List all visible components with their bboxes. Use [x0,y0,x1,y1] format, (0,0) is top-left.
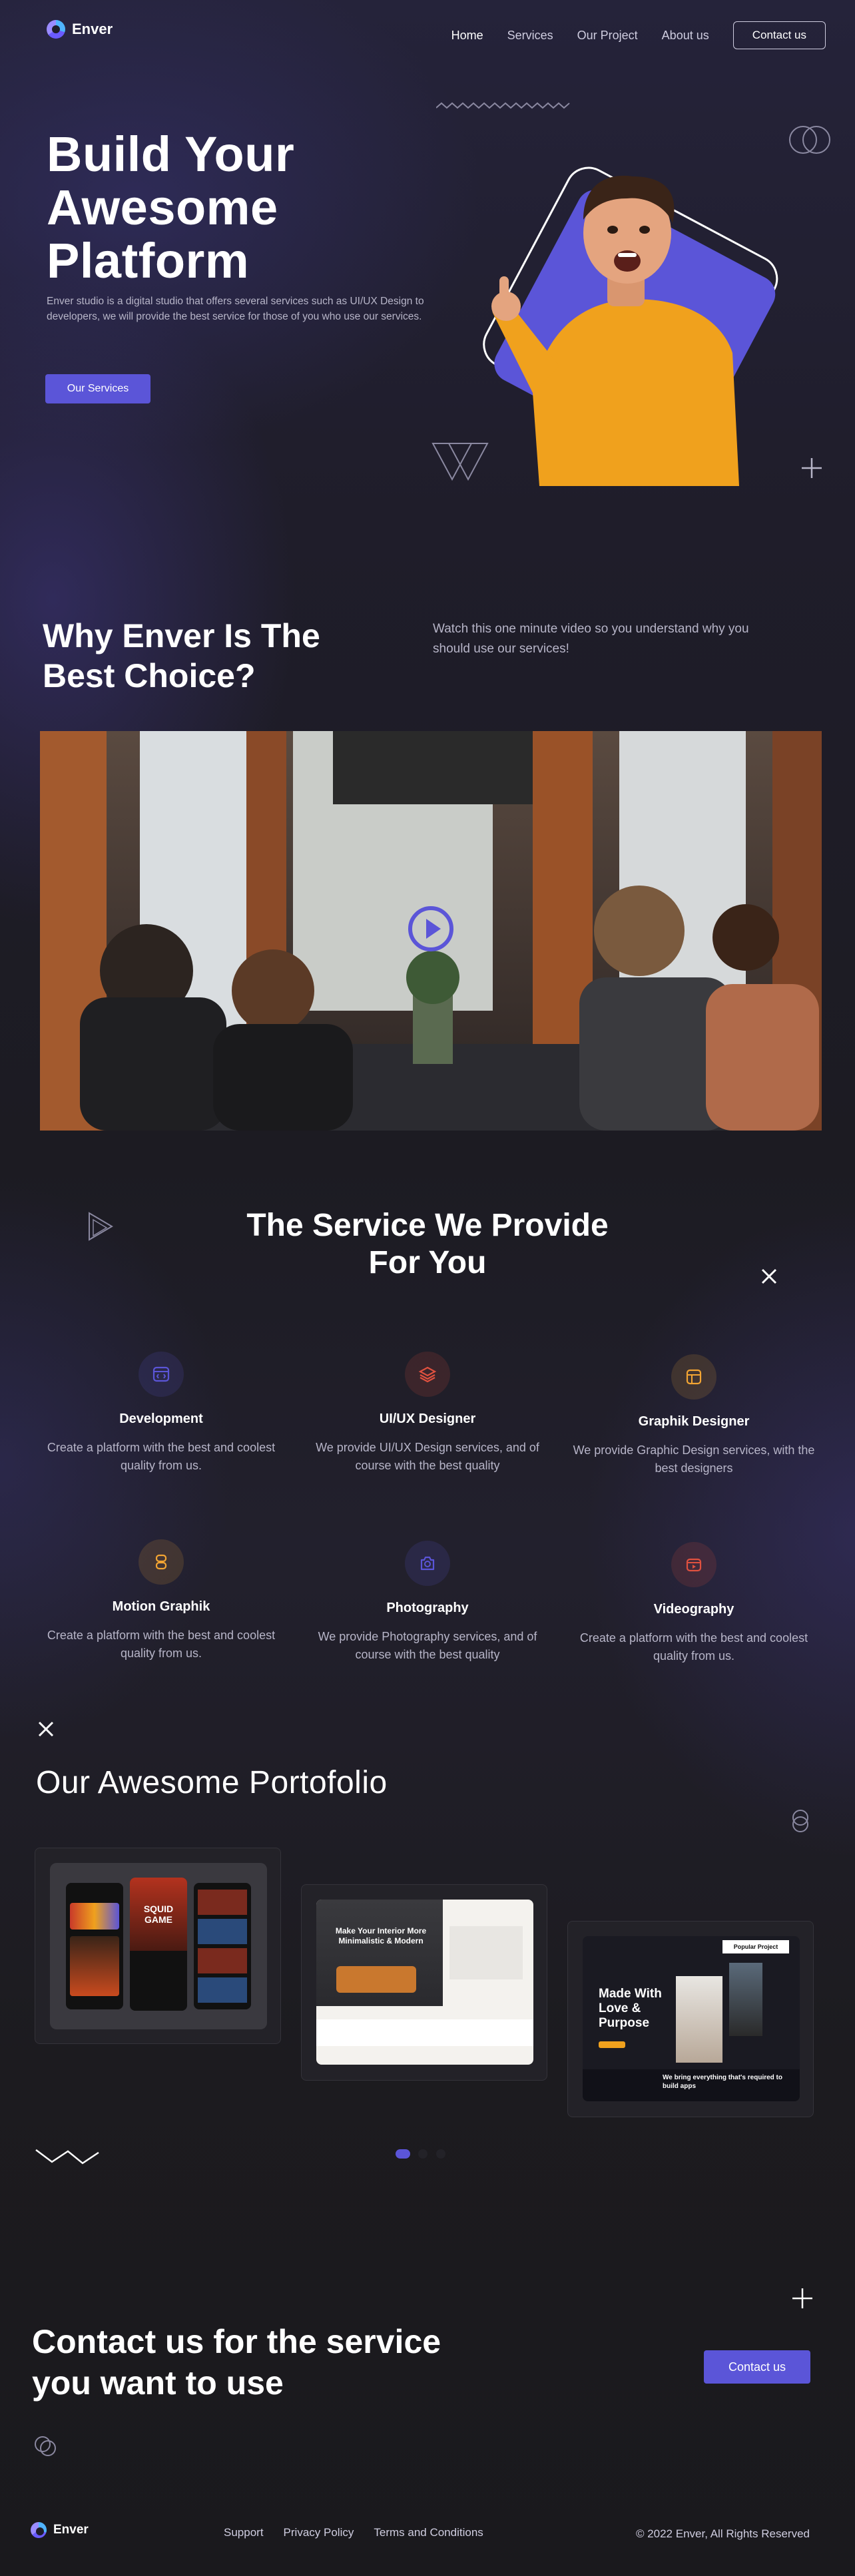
logo-icon [31,2522,47,2538]
portfolio-card-movie-app[interactable]: SQUID GAME [35,1848,281,2044]
service-title: UI/UX Designer [379,1412,476,1426]
card-screenshot: SQUID GAME [50,1863,267,2029]
service-title: Development [119,1412,203,1426]
service-description: We provide Photography services, and of … [318,1630,537,1661]
service-title: Photography [386,1601,469,1615]
service-title: Motion Graphik [112,1599,210,1614]
close-decoration-icon [38,1721,54,1737]
intro-video[interactable] [40,731,822,1131]
zigzag-decoration-icon [436,102,570,109]
service-description: Create a platform with the best and cool… [579,1631,808,1663]
service-development[interactable]: Development Create a platform with the b… [35,1352,288,1475]
portfolio-title: Our Awesome Portofolio [36,1765,388,1800]
hero-person-image [483,166,778,486]
why-title-line-1: Why Enver Is The [43,617,320,654]
hero-title: Build Your Awesome Platform [47,128,294,288]
footer-link-support[interactable]: Support [224,2526,264,2539]
card-screenshot: Popular Project Made With Love & Purpose… [583,1936,800,2101]
nav-contact-button[interactable]: Contact us [732,21,826,49]
card-screenshot: Make Your Interior More Minimalistic & M… [316,1900,533,2065]
plus-decoration-icon [802,458,822,478]
services-section-title: The Service We Provide For You [0,1207,855,1282]
services-title-line-1: The Service We Provide [246,1208,609,1243]
service-title: Graphik Designer [638,1414,750,1429]
contact-title-line-2: you want to use [32,2364,284,2402]
contact-title: Contact us for the service you want to u… [32,2321,441,2404]
layers-icon [405,1352,450,1397]
brand-name: Enver [72,21,113,37]
main-nav: Home Services Our Project About us Conta… [451,21,826,49]
nav-about-us[interactable]: About us [662,29,709,43]
plus-decoration-icon [792,2288,812,2308]
camera-icon [405,1541,450,1586]
contact-title-line-1: Contact us for the service [32,2323,441,2360]
service-photography[interactable]: Photography We provide Photography servi… [301,1541,554,1664]
services-title-line-2: For You [368,1245,487,1280]
hero-title-line-2: Awesome [47,180,278,235]
video-icon [671,1542,716,1587]
layout-icon [671,1354,716,1400]
carousel-dot-active[interactable] [396,2149,410,2159]
play-icon[interactable] [408,905,454,952]
nav-home[interactable]: Home [451,29,483,43]
purpose-title: Made With Love & Purpose [599,1987,662,2030]
footer-links: Support Privacy Policy Terms and Conditi… [224,2526,483,2539]
service-uiux-designer[interactable]: UI/UX Designer We provide UI/UX Design s… [301,1352,554,1475]
service-description: Create a platform with the best and cool… [47,1629,276,1660]
interior-title: Make Your Interior More Minimalistic & M… [335,1926,427,1945]
service-graphik-designer[interactable]: Graphik Designer We provide Graphic Desi… [567,1354,820,1477]
brand-logo[interactable]: Enver [47,20,113,39]
hero-title-line-3: Platform [47,233,250,288]
footer-brand-name: Enver [53,2523,89,2537]
portfolio-card-agency[interactable]: Popular Project Made With Love & Purpose… [567,1921,814,2117]
phone-mockup: SQUID GAME [130,1878,187,2011]
carousel-dot[interactable] [418,2149,428,2159]
why-title-line-2: Best Choice? [43,657,256,694]
contact-us-button[interactable]: Contact us [704,2350,810,2384]
nav-services[interactable]: Services [507,29,553,43]
hero-description: Enver studio is a digital studio that of… [47,296,424,322]
service-title: Videography [653,1602,734,1617]
stack-icon [139,1539,184,1585]
game-title: SQUID GAME [130,1878,187,1951]
rings-decoration-icon [35,2436,56,2456]
purpose-subtitle: We bring everything that's required to b… [663,2074,782,2090]
close-decoration-icon [761,1268,777,1284]
logo-icon [47,20,65,39]
service-description: We provide UI/UX Design services, and of… [316,1441,539,1472]
carousel-pagination [396,2149,451,2162]
code-window-icon [139,1352,184,1397]
rings-decoration-icon [792,1810,808,1832]
footer-link-terms[interactable]: Terms and Conditions [374,2526,483,2539]
hero-title-line-1: Build Your [47,127,295,182]
service-description: We provide Graphic Design services, with… [573,1443,815,1475]
footer-logo[interactable]: Enver [31,2522,89,2538]
service-description: Create a platform with the best and cool… [47,1441,276,1472]
popular-project-label: Popular Project [722,1940,789,1953]
why-description: Watch this one minute video so you under… [433,622,749,656]
copyright-text: © 2022 Enver, All Rights Reserved [635,2527,810,2540]
carousel-dot[interactable] [435,2149,445,2159]
phone-mockup [66,1883,123,2009]
service-videography[interactable]: Videography Create a platform with the b… [567,1542,820,1665]
phone-mockup [194,1883,251,2009]
our-services-button[interactable]: Our Services [45,374,150,403]
portfolio-card-interior[interactable]: Make Your Interior More Minimalistic & M… [301,1884,547,2081]
zigzag-decoration-icon [35,2149,99,2165]
footer-link-privacy[interactable]: Privacy Policy [284,2526,354,2539]
service-motion-graphik[interactable]: Motion Graphik Create a platform with th… [35,1539,288,1663]
nav-our-project[interactable]: Our Project [577,29,638,43]
why-section-title: Why Enver Is The Best Choice? [43,616,320,696]
